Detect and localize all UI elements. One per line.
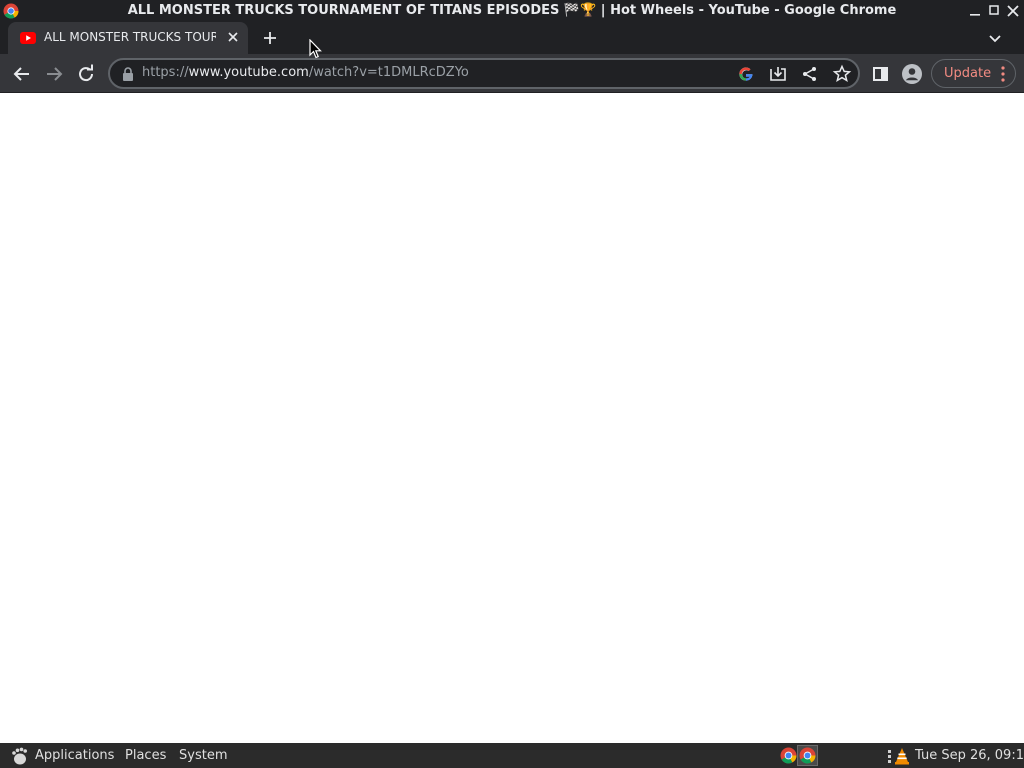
gnome-foot-icon[interactable] bbox=[9, 746, 29, 766]
window-title: ALL MONSTER TRUCKS TOURNAMENT OF TITANS … bbox=[127, 3, 897, 18]
browser-toolbar: https://www.youtube.com/watch?v=t1DMLRcD… bbox=[0, 54, 1024, 93]
forward-arrow-icon[interactable] bbox=[42, 62, 66, 86]
tab-close-icon[interactable] bbox=[224, 28, 242, 46]
url-host: www.youtube.com bbox=[188, 65, 309, 80]
url-scheme: https:// bbox=[142, 65, 189, 80]
url-path: /watch?v=t1DMLRcDZYo bbox=[308, 65, 469, 80]
chrome-taskbar-icon[interactable] bbox=[780, 747, 797, 764]
lock-icon[interactable] bbox=[121, 66, 135, 82]
bookmark-star-icon[interactable] bbox=[832, 64, 852, 84]
url-text[interactable]: https://www.youtube.com/watch?v=t1DMLRcD… bbox=[142, 65, 469, 80]
more-menu-icon[interactable] bbox=[998, 65, 1008, 83]
minimize-icon[interactable] bbox=[966, 2, 984, 20]
applications-menu[interactable]: Applications bbox=[35, 748, 114, 763]
clock[interactable]: Tue Sep 26, 09:16 bbox=[915, 748, 1024, 763]
update-button[interactable]: Update bbox=[931, 59, 1016, 88]
back-arrow-icon[interactable] bbox=[10, 62, 34, 86]
desktop-panel: Applications Places System Tue Sep 26, 0… bbox=[0, 743, 1024, 768]
system-menu[interactable]: System bbox=[179, 748, 227, 763]
address-bar[interactable]: https://www.youtube.com/watch?v=t1DMLRcD… bbox=[108, 58, 860, 89]
reload-icon[interactable] bbox=[74, 62, 98, 86]
youtube-icon bbox=[20, 32, 36, 44]
tab-title: ALL MONSTER TRUCKS TOURNAMENT OF TITANS … bbox=[44, 30, 216, 44]
tab-youtube-video[interactable]: ALL MONSTER TRUCKS TOURNAMENT OF TITANS … bbox=[8, 22, 248, 54]
maximize-icon[interactable] bbox=[985, 2, 1003, 20]
google-lens-icon[interactable] bbox=[736, 64, 756, 84]
share-icon[interactable] bbox=[800, 64, 820, 84]
tab-search-chevron-icon[interactable] bbox=[985, 28, 1005, 48]
update-label: Update bbox=[944, 66, 992, 81]
install-app-icon[interactable] bbox=[768, 64, 788, 84]
page-content[interactable] bbox=[0, 93, 1024, 743]
new-tab-button[interactable] bbox=[259, 27, 281, 49]
window-titlebar: ALL MONSTER TRUCKS TOURNAMENT OF TITANS … bbox=[0, 0, 1024, 22]
chrome-taskbar-active-icon bbox=[799, 747, 816, 764]
chrome-taskbar-active[interactable] bbox=[797, 745, 818, 766]
vlc-cone-icon[interactable] bbox=[893, 747, 911, 765]
places-menu[interactable]: Places bbox=[125, 748, 166, 763]
mouse-cursor-icon bbox=[309, 39, 322, 59]
tab-strip: ALL MONSTER TRUCKS TOURNAMENT OF TITANS … bbox=[0, 22, 1024, 54]
side-panel-icon[interactable] bbox=[869, 62, 893, 86]
close-icon[interactable] bbox=[1004, 2, 1022, 20]
profile-avatar-icon[interactable] bbox=[900, 62, 924, 86]
